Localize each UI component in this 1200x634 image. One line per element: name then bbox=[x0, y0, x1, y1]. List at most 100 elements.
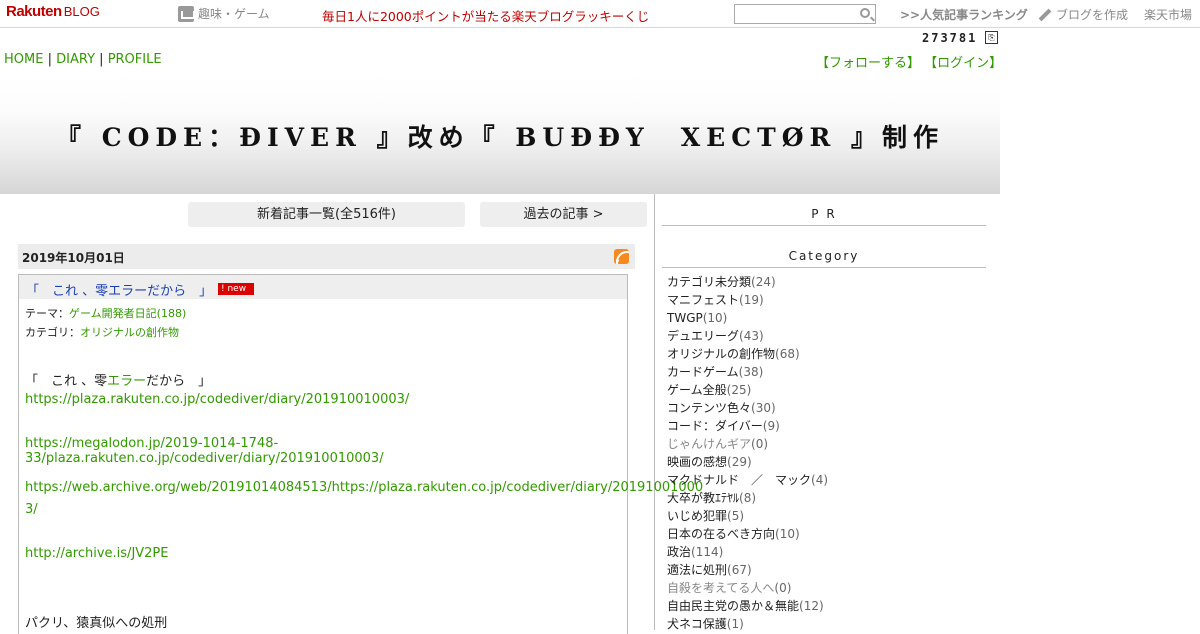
article-body-line: http://archive.is/JV2PE bbox=[25, 546, 169, 561]
theme-link[interactable]: ゲーム開発者日記(188) bbox=[69, 307, 186, 320]
category-item[interactable]: コンテンツ色々(30) bbox=[667, 400, 828, 418]
create-blog-link[interactable]: ブログを作成 bbox=[1038, 6, 1128, 23]
rakuten-blog-logo[interactable]: Rakuten BLOG bbox=[6, 3, 100, 23]
category-item[interactable]: オリジナルの創作物(68) bbox=[667, 346, 828, 364]
category-name[interactable]: ゲーム全般 bbox=[667, 383, 727, 397]
category-name[interactable]: 自殺を考えてる人へ bbox=[667, 581, 774, 595]
date-bar: 2019年10月01日 bbox=[18, 244, 635, 269]
sidebar-pr-heading: P R bbox=[662, 207, 986, 226]
category-item[interactable]: カードゲーム(38) bbox=[667, 364, 828, 382]
game-genre-icon bbox=[178, 5, 195, 22]
blog-title[interactable]: 『 CODE：ĐIVER 』改め『 BUĐĐY XECTØR 』制作 bbox=[0, 118, 1000, 154]
counter-icon[interactable]: ⎘ bbox=[985, 31, 998, 44]
body-text: 「 これ 、零 bbox=[25, 374, 108, 389]
category-item[interactable]: コード：ダイバー(9) bbox=[667, 418, 828, 436]
category-count: (68) bbox=[775, 347, 800, 361]
category-name[interactable]: オリジナルの創作物 bbox=[667, 347, 775, 361]
category-count: (67) bbox=[727, 563, 752, 577]
category-item[interactable]: 政治(114) bbox=[667, 544, 828, 562]
article-body-line: https://megalodon.jp/2019-1014-1748-33/p… bbox=[25, 436, 627, 466]
category-count: (24) bbox=[751, 275, 776, 289]
follow-login: 【フォローする】 【ログイン】 bbox=[816, 52, 1002, 71]
article-title[interactable]: 「 これ 、零エラーだから 」 bbox=[26, 280, 212, 299]
genre-link[interactable]: 趣味・ゲーム bbox=[178, 5, 270, 22]
nav-diary[interactable]: DIARY bbox=[56, 52, 95, 67]
category-name[interactable]: マニフェスト bbox=[667, 293, 739, 307]
category-item[interactable]: デュエリーグ(43) bbox=[667, 328, 828, 346]
new-badge: ! new bbox=[218, 283, 254, 295]
body-link[interactable]: https://megalodon.jp/2019-1014-1748-33/p… bbox=[25, 436, 384, 466]
blog-label: BLOG bbox=[63, 4, 100, 19]
category-name[interactable]: 映画の感想 bbox=[667, 455, 727, 469]
body-keyword-link[interactable]: エラー bbox=[107, 374, 146, 389]
rakuten-ichiba-link[interactable]: 楽天市場 bbox=[1144, 6, 1192, 23]
article-body-line: https://web.archive.org/web/201910140845… bbox=[25, 480, 703, 495]
post-date: 2019年10月01日 bbox=[22, 251, 125, 265]
category-name[interactable]: 政治 bbox=[667, 545, 691, 559]
category-item[interactable]: 自殺を考えてる人へ(0) bbox=[667, 580, 828, 598]
search-icon[interactable] bbox=[860, 8, 870, 18]
category-count: (4) bbox=[811, 473, 829, 487]
category-item[interactable]: 映画の感想(29) bbox=[667, 454, 828, 472]
category-count: (43) bbox=[739, 329, 764, 343]
login-button[interactable]: 【ログイン】 bbox=[924, 56, 1002, 71]
category-link[interactable]: オリジナルの創作物 bbox=[80, 326, 179, 339]
ranking-link[interactable]: >>人気記事ランキング bbox=[900, 6, 1028, 23]
follow-button[interactable]: 【フォローする】 bbox=[816, 56, 920, 71]
rss-icon[interactable] bbox=[614, 249, 629, 264]
category-item[interactable]: ゲーム全般(25) bbox=[667, 382, 828, 400]
category-item[interactable]: 自由民主党の愚か＆無能(12) bbox=[667, 598, 828, 616]
category-count: (10) bbox=[702, 311, 728, 325]
category-name[interactable]: コード：ダイバー bbox=[667, 419, 763, 433]
category-item[interactable]: いじめ犯罪(5) bbox=[667, 508, 828, 526]
category-label: カテゴリ： bbox=[25, 326, 80, 339]
nav-separator: | bbox=[99, 52, 104, 67]
category-name[interactable]: いじめ犯罪 bbox=[667, 509, 727, 523]
category-name[interactable]: コンテンツ色々 bbox=[667, 401, 751, 415]
nav-home[interactable]: HOME bbox=[4, 52, 43, 67]
theme-label: テーマ： bbox=[25, 307, 69, 320]
category-name[interactable]: 犬ネコ保護 bbox=[667, 617, 727, 631]
category-name[interactable]: マクドナルド ／ マック bbox=[667, 473, 811, 487]
body-text: だから 」 bbox=[146, 374, 212, 389]
body-text: パクリ、猿真似への処刑 bbox=[25, 616, 168, 631]
category-count: (10) bbox=[775, 527, 800, 541]
category-name[interactable]: 日本の在るべき方向 bbox=[667, 527, 775, 541]
category-item[interactable]: 大卒が教ｴﾃﾔﾙ(8) bbox=[667, 490, 828, 508]
category-item[interactable]: 適法に処刑(67) bbox=[667, 562, 828, 580]
category-item[interactable]: 日本の在るべき方向(10) bbox=[667, 526, 828, 544]
category-count: (114) bbox=[691, 545, 724, 559]
category-name[interactable]: 大卒が教ｴﾃﾔﾙ bbox=[667, 491, 739, 505]
body-link[interactable]: https://plaza.rakuten.co.jp/codediver/di… bbox=[25, 392, 409, 407]
body-link[interactable]: https://web.archive.org/web/201910140845… bbox=[25, 480, 703, 495]
category-count: (38) bbox=[738, 365, 764, 379]
category-count: (29) bbox=[727, 455, 752, 469]
category-item[interactable]: TWGP(10) bbox=[667, 310, 828, 328]
nav-separator: | bbox=[47, 52, 52, 67]
category-name[interactable]: カードゲーム bbox=[667, 365, 739, 379]
category-item[interactable]: マクドナルド ／ マック(4) bbox=[667, 472, 828, 490]
category-item[interactable]: カテゴリ未分類(24) bbox=[667, 274, 828, 292]
nav-profile[interactable]: PROFILE bbox=[108, 52, 162, 67]
search-input[interactable] bbox=[734, 4, 876, 24]
article-theme: テーマ：ゲーム開発者日記(188) bbox=[25, 305, 186, 321]
category-name[interactable]: じゃんけんギア bbox=[667, 437, 751, 451]
article-title-bar: 「 これ 、零エラーだから 」 ! new bbox=[19, 275, 627, 299]
body-link-continued[interactable]: 3/ bbox=[25, 502, 38, 517]
category-item[interactable]: じゃんけんギア(0) bbox=[667, 436, 828, 454]
category-name[interactable]: カテゴリ未分類 bbox=[667, 275, 751, 289]
category-count: (19) bbox=[739, 293, 764, 307]
past-articles-button[interactable]: 過去の記事 > bbox=[480, 202, 647, 227]
category-name[interactable]: デュエリーグ bbox=[667, 329, 739, 343]
category-item[interactable]: マニフェスト(19) bbox=[667, 292, 828, 310]
new-articles-button[interactable]: 新着記事一覧(全516件) bbox=[188, 202, 465, 227]
category-item[interactable]: 犬ネコ保護(1) bbox=[667, 616, 828, 634]
top-bar: Rakuten BLOG 趣味・ゲーム 毎日1人に2000ポイントが当たる楽天ブ… bbox=[0, 0, 1200, 28]
category-name[interactable]: 自由民主党の愚か＆無能 bbox=[667, 599, 799, 613]
category-name[interactable]: 適法に処刑 bbox=[667, 563, 727, 577]
pencil-icon bbox=[1038, 8, 1052, 21]
article: 「 これ 、零エラーだから 」 ! new テーマ：ゲーム開発者日記(188) … bbox=[18, 274, 703, 634]
category-name[interactable]: TWGP bbox=[667, 311, 703, 325]
body-link[interactable]: http://archive.is/JV2PE bbox=[25, 546, 169, 561]
lucky-lottery-link[interactable]: 毎日1人に2000ポイントが当たる楽天ブログラッキーくじ bbox=[322, 6, 649, 25]
